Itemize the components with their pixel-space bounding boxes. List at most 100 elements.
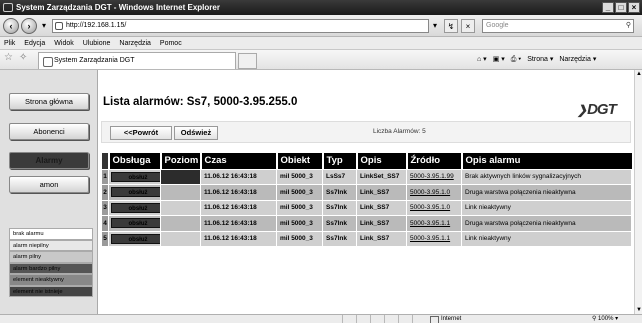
tools-menu[interactable]: Narzędzia ▾: [559, 53, 596, 67]
row-number: 3: [101, 199, 109, 216]
legend-swatch: [10, 229, 13, 239]
forward-arrow-icon[interactable]: ›: [21, 18, 37, 34]
object-cell: mil 5000_3: [276, 230, 323, 247]
nav-subscribers-button[interactable]: Abonenci: [9, 123, 89, 140]
row-number: 2: [101, 184, 109, 201]
row-number: 4: [101, 215, 109, 232]
security-zone: Internet: [430, 315, 461, 323]
legend-swatch: [10, 286, 13, 296]
nav-alarms-button[interactable]: Alarmy: [9, 152, 89, 169]
scroll-down-icon[interactable]: ▼: [635, 306, 642, 314]
home-icon[interactable]: ⌂ ▾: [477, 53, 487, 67]
refresh-icon[interactable]: ↯: [444, 19, 458, 33]
scroll-up-icon[interactable]: ▲: [635, 70, 642, 78]
header-cell: Obiekt: [275, 153, 323, 169]
action-cell: obsłuż: [108, 215, 161, 232]
menu-favorites[interactable]: Ulubione: [83, 37, 111, 49]
page-icon: [55, 22, 63, 30]
time-cell: 11.06.12 16:43:18: [200, 230, 277, 247]
menu-bar: Plik Edycja Widok Ulubione Narzędzia Pom…: [0, 37, 642, 50]
table-row: 1 obsłuż 11.06.12 16:43:18 mil 5000_3 Ls…: [101, 168, 632, 185]
page-menu[interactable]: Strona ▾: [527, 53, 553, 67]
action-cell: obsłuż: [108, 230, 161, 247]
type-cell: Ss7lnk: [322, 215, 357, 232]
back-button[interactable]: <<Powrót: [110, 126, 172, 140]
minimize-button[interactable]: _: [602, 2, 614, 13]
menu-view[interactable]: Widok: [54, 37, 73, 49]
vertical-scrollbar[interactable]: ▲ ▼: [634, 70, 642, 314]
source-link[interactable]: 5000-3.95.1.0: [406, 199, 462, 216]
add-favorite-icon[interactable]: ✧: [19, 52, 27, 63]
desc-cell: Link_SS7: [356, 215, 407, 232]
source-link[interactable]: 5000-3.95.1.99: [406, 168, 462, 185]
source-link[interactable]: 5000-3.95.1.1: [406, 230, 462, 247]
main-panel: Lista alarmów: Ss7, 5000-3.95.255.0 ❯DGT…: [98, 70, 634, 314]
table-row: 3 obsłuż 11.06.12 16:43:18 mil 5000_3 Ss…: [101, 199, 632, 216]
feeds-icon[interactable]: ▣ ▾: [493, 53, 505, 67]
favorites-star-icon[interactable]: ☆: [4, 52, 13, 63]
print-icon[interactable]: ⎙ ▾: [511, 53, 522, 67]
sidebar: Strona główna Abonenci Alarmy amon brak …: [0, 70, 98, 314]
handle-alarm-button[interactable]: obsłuż: [111, 187, 160, 198]
legend-item: alarm pilny: [9, 251, 93, 263]
alarm-desc-cell: Druga warstwa połączenia nieaktywna: [461, 215, 632, 232]
header-cell: Czas: [199, 153, 277, 169]
refresh-button[interactable]: Odśwież: [174, 126, 218, 140]
table-row: 5 obsłuż 11.06.12 16:43:18 mil 5000_3 Ss…: [101, 230, 632, 247]
priority-cell: [160, 230, 201, 247]
type-cell: Ss7lnk: [322, 199, 357, 216]
source-link[interactable]: 5000-3.95.1.0: [406, 184, 462, 201]
menu-edit[interactable]: Edycja: [24, 37, 45, 49]
menu-file[interactable]: Plik: [4, 37, 15, 49]
alarm-desc-cell: Druga warstwa połączenia nieaktywna: [461, 184, 632, 201]
menu-tools[interactable]: Narzędzia: [119, 37, 151, 49]
page-content: Strona główna Abonenci Alarmy amon brak …: [0, 70, 634, 314]
priority-cell: [160, 199, 201, 216]
handle-alarm-button[interactable]: obsłuż: [111, 218, 160, 229]
browser-tab[interactable]: System Zarządzania DGT: [38, 52, 236, 69]
browser-tab-title: System Zarządzania DGT: [54, 57, 135, 64]
time-cell: 11.06.12 16:43:18: [200, 184, 277, 201]
alarm-desc-cell: Brak aktywnych linków sygnalizacyjnych: [461, 168, 632, 185]
url-field[interactable]: http://192.168.1.15/: [52, 19, 429, 33]
object-cell: mil 5000_3: [276, 168, 323, 185]
close-button[interactable]: ×: [628, 2, 640, 13]
url-dropdown-icon[interactable]: ▾: [430, 19, 440, 33]
handle-alarm-button[interactable]: obsłuż: [111, 202, 160, 213]
url-text: http://192.168.1.15/: [66, 22, 127, 29]
action-cell: obsłuż: [108, 184, 161, 201]
handle-alarm-button[interactable]: obsłuż: [111, 233, 160, 244]
alarm-table: Obsługa Poziom Czas Obiekt Typ Opis Źród…: [101, 153, 632, 247]
handle-alarm-button[interactable]: obsłuż: [111, 171, 160, 182]
type-cell: LsSs7: [322, 168, 357, 185]
alarm-legend: brak alarmu alarm niepilny alarm pilny a…: [9, 228, 93, 297]
legend-item: alarm bardzo pilny: [9, 262, 93, 274]
legend-swatch: [10, 275, 13, 285]
history-dropdown-icon[interactable]: ▾: [39, 19, 49, 33]
nav-amon-button[interactable]: amon: [9, 176, 89, 193]
time-cell: 11.06.12 16:43:18: [200, 215, 277, 232]
alarm-desc-cell: Link nieaktywny: [461, 199, 632, 216]
legend-item: element nie istnieje: [9, 285, 93, 297]
row-number: 5: [101, 230, 109, 247]
object-cell: mil 5000_3: [276, 215, 323, 232]
menu-help[interactable]: Pomoc: [160, 37, 182, 49]
new-tab-button[interactable]: [238, 53, 257, 69]
header-corner: [101, 153, 109, 169]
type-cell: Ss7lnk: [322, 230, 357, 247]
nav-home-button[interactable]: Strona główna: [9, 93, 89, 110]
stop-icon[interactable]: ×: [461, 19, 475, 33]
header-cell: Typ: [321, 153, 357, 169]
back-arrow-icon[interactable]: ‹: [3, 18, 19, 34]
desc-cell: Link_SS7: [356, 230, 407, 247]
desc-cell: LinkSet_SS7: [356, 168, 407, 185]
zoom-control[interactable]: ⚲ 100% ▾: [592, 315, 618, 323]
maximize-button[interactable]: □: [615, 2, 627, 13]
search-input[interactable]: Google ⚲: [482, 19, 634, 33]
row-number: 1: [101, 168, 109, 185]
search-icon[interactable]: ⚲: [626, 20, 631, 32]
header-cell: Źródło: [405, 153, 462, 169]
source-link[interactable]: 5000-3.95.1.1: [406, 215, 462, 232]
time-cell: 11.06.12 16:43:18: [200, 199, 277, 216]
title-bar: System Zarządzania DGT - Windows Interne…: [0, 0, 642, 15]
